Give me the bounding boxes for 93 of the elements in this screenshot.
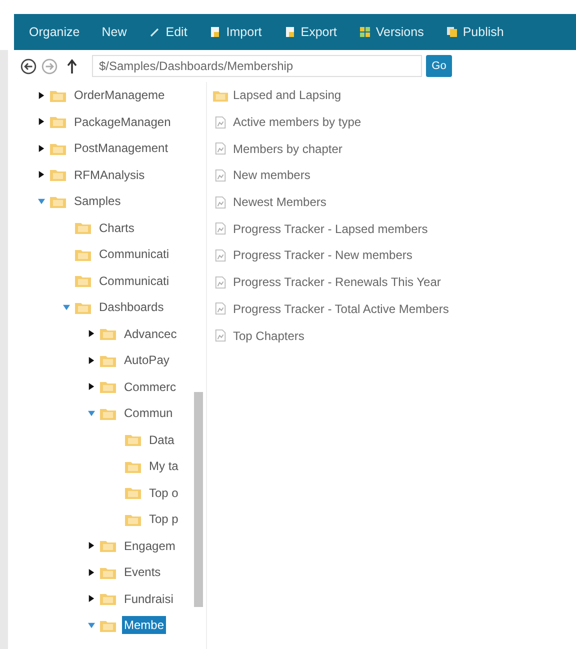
folder-icon — [100, 354, 116, 367]
collapsed-arrow-icon[interactable] — [38, 144, 45, 152]
toolbar-button[interactable]: New — [92, 21, 136, 43]
folder-icon — [50, 142, 66, 155]
expanded-arrow-icon[interactable] — [38, 198, 45, 205]
pencil-icon — [148, 26, 161, 38]
expanded-arrow-icon[interactable] — [88, 622, 95, 629]
folder-icon — [75, 221, 91, 234]
tree-item[interactable]: PackageManagen — [72, 112, 173, 131]
list-item[interactable]: Lapsed and Lapsing — [233, 88, 342, 102]
list-item[interactable]: Members by chapter — [233, 142, 342, 156]
folder-icon — [125, 433, 141, 446]
folder-icon — [50, 88, 66, 102]
document-icon — [213, 142, 228, 156]
go-button[interactable]: Go — [426, 55, 452, 77]
document-icon — [213, 302, 228, 316]
tree-item[interactable]: Charts — [97, 218, 136, 237]
tree-item[interactable]: RFMAnalysis — [72, 166, 147, 184]
back-icon[interactable] — [20, 58, 37, 74]
tree-item[interactable]: Samples — [72, 192, 123, 210]
tree-item[interactable]: Data — [147, 430, 176, 449]
list-item[interactable]: New members — [233, 168, 310, 182]
list-item[interactable]: Newest Members — [233, 195, 326, 210]
tree-item[interactable]: Commerc — [122, 378, 178, 396]
tree-item[interactable]: My ta — [147, 457, 180, 476]
up-arrow-icon[interactable] — [66, 58, 78, 74]
tree-item[interactable]: Top o — [147, 484, 180, 502]
document-icon — [284, 26, 296, 38]
toolbar-button[interactable]: Organize — [20, 21, 89, 43]
collapsed-arrow-icon[interactable] — [88, 568, 95, 576]
document-icon — [213, 276, 228, 289]
folder-icon — [50, 194, 66, 208]
folder-icon — [125, 460, 141, 473]
tree-item[interactable]: Communicati — [97, 245, 172, 264]
tree-item[interactable]: Fundraisi — [122, 590, 176, 608]
list-item[interactable]: Top Chapters — [233, 328, 304, 343]
list-item[interactable]: Progress Tracker - Renewals This Year — [233, 275, 441, 290]
list-item[interactable]: Progress Tracker - Lapsed members — [233, 222, 428, 236]
documents-icon — [446, 26, 458, 38]
toolbar-button[interactable]: Import — [200, 21, 271, 43]
document-icon — [213, 222, 228, 236]
path-field[interactable]: $/Samples/Dashboards/Membership — [92, 55, 422, 77]
folder-icon — [100, 406, 116, 420]
collapsed-arrow-icon[interactable] — [88, 383, 95, 390]
document-icon — [213, 248, 228, 262]
list-item[interactable]: Progress Tracker - Total Active Members — [233, 302, 449, 316]
folder-icon — [100, 327, 116, 340]
folder-icon — [100, 539, 116, 552]
tree-item[interactable]: PostManagement — [72, 139, 170, 158]
tree-item[interactable]: Advancec — [122, 324, 179, 343]
folder-icon — [125, 486, 141, 500]
collapsed-arrow-icon[interactable] — [38, 171, 45, 178]
toolbar-button[interactable]: Export — [274, 21, 346, 43]
folder-icon — [100, 618, 116, 632]
list-item[interactable]: Active members by type — [233, 115, 362, 130]
tree-item[interactable]: Events — [122, 563, 163, 582]
tree-item[interactable]: Membe — [122, 616, 166, 634]
tree-item[interactable]: Commun — [122, 404, 175, 422]
collapsed-arrow-icon[interactable] — [88, 356, 95, 364]
document-icon — [213, 196, 228, 209]
collapsed-arrow-icon[interactable] — [38, 92, 45, 99]
folder-icon — [100, 380, 116, 394]
tree-item[interactable]: Engagem — [122, 536, 178, 555]
toolbar-button[interactable]: Publish — [436, 21, 513, 43]
folder-icon — [50, 168, 66, 182]
collapsed-arrow-icon[interactable] — [88, 330, 95, 338]
expanded-arrow-icon[interactable] — [88, 410, 95, 417]
tree-item[interactable]: Communicati — [97, 272, 172, 290]
folder-icon — [100, 592, 116, 606]
scrollbar[interactable] — [194, 392, 203, 607]
tree-item[interactable]: AutoPay — [122, 351, 172, 370]
tree-item[interactable]: Top p — [147, 510, 180, 528]
collapsed-arrow-icon[interactable] — [88, 542, 95, 550]
folder-icon — [75, 300, 91, 314]
tree-item[interactable]: Dashboards — [97, 298, 166, 316]
toolbar-button[interactable]: Edit — [140, 21, 196, 43]
document-icon — [213, 329, 228, 342]
tree-item[interactable]: OrderManageme — [72, 86, 167, 104]
folder-icon — [75, 274, 91, 288]
folder-icon — [125, 512, 141, 526]
collapsed-arrow-icon[interactable] — [38, 118, 45, 126]
folder-icon — [100, 566, 116, 579]
document-icon — [213, 116, 228, 129]
expanded-arrow-icon[interactable] — [63, 304, 70, 311]
document-icon — [209, 26, 222, 38]
folder-icon — [75, 248, 91, 261]
collapsed-arrow-icon[interactable] — [88, 595, 95, 602]
folder-icon — [213, 88, 228, 102]
list-item[interactable]: Progress Tracker - New members — [233, 248, 412, 262]
document-icon — [213, 168, 228, 182]
grid-icon — [358, 26, 371, 38]
toolbar-button[interactable]: Versions — [350, 21, 433, 43]
folder-icon — [50, 115, 66, 128]
